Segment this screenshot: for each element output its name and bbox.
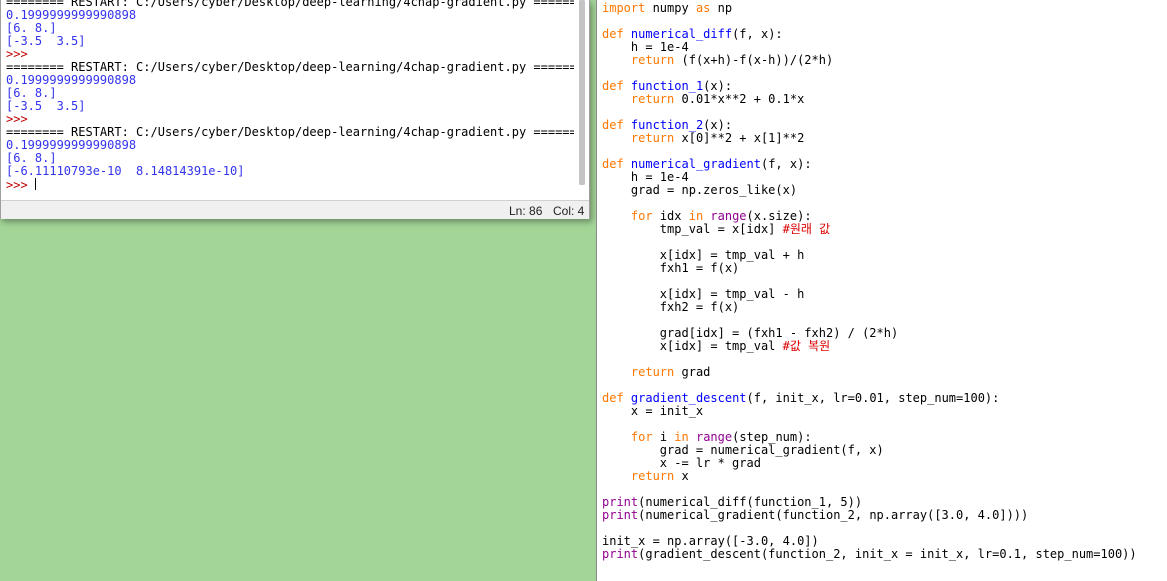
shell-scrollbar-thumb[interactable] [579, 0, 585, 185]
shell-line: [-6.11110793e-10 8.14814391e-10] [6, 164, 245, 178]
shell-scrollbar[interactable] [579, 0, 585, 185]
code-line[interactable]: import numpy as np [602, 2, 1162, 15]
code-line[interactable]: fxh2 = f(x) [602, 301, 1162, 314]
code-line[interactable]: return grad [602, 366, 1162, 379]
shell-status-bar: Ln: 86 Col: 4 [1, 200, 589, 219]
shell-line: 0.1999999999990898 [6, 8, 137, 22]
code-text-area[interactable]: import numpy as np​def numerical_diff(f,… [602, 2, 1162, 561]
code-line[interactable]: grad = np.zeros_like(x) [602, 184, 1162, 197]
code-line[interactable]: print(numerical_gradient(function_2, np.… [602, 509, 1162, 522]
shell-line: [-3.5 3.5] [6, 34, 86, 48]
code-line[interactable]: return x [602, 470, 1162, 483]
code-line[interactable]: return x[0]**2 + x[1]**2 [602, 132, 1162, 145]
code-line[interactable]: fxh1 = f(x) [602, 262, 1162, 275]
code-line[interactable]: print(gradient_descent(function_2, init_… [602, 548, 1162, 561]
shell-line: [-3.5 3.5] [6, 99, 86, 113]
status-column-number: Col: 4 [553, 204, 585, 218]
shell-line: 0.1999999999990898 [6, 138, 137, 152]
shell-prompt: >>> [6, 178, 35, 192]
code-line[interactable]: x = init_x [602, 405, 1162, 418]
shell-line: 0.1999999999990898 [6, 73, 137, 87]
code-line[interactable]: return 0.01*x**2 + 0.1*x [602, 93, 1162, 106]
shell-output[interactable]: ======== RESTART: C:/Users/cyber/Desktop… [6, 0, 574, 201]
status-line-number: Ln: 86 [509, 204, 543, 218]
text-cursor [34, 178, 37, 190]
code-editor-window[interactable]: import numpy as np​def numerical_diff(f,… [596, 0, 1167, 581]
shell-line: [6. 8.] [6, 21, 57, 35]
code-line[interactable]: x[idx] = tmp_val #값 복원 [602, 340, 1162, 353]
shell-prompt-line[interactable]: >>> [6, 178, 574, 192]
python-shell-window: ======== RESTART: C:/Users/cyber/Desktop… [0, 0, 590, 219]
code-line[interactable]: tmp_val = x[idx] #원래 값 [602, 223, 1162, 236]
shell-line: [6. 8.] [6, 86, 57, 100]
code-line[interactable]: return (f(x+h)-f(x-h))/(2*h) [602, 54, 1162, 67]
